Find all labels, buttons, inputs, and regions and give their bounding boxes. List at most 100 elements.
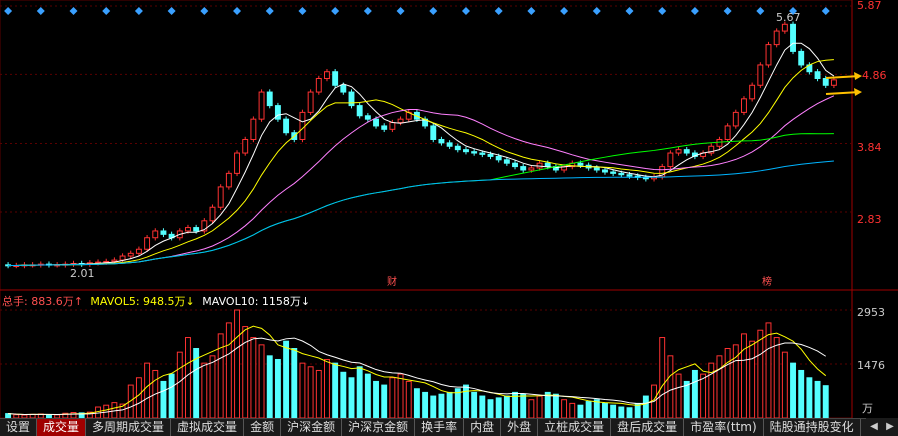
volume-bar-71 xyxy=(585,401,592,419)
volume-bar-85 xyxy=(700,373,707,419)
volume-tick-2953: 2953 xyxy=(857,306,885,319)
volume-bar-51 xyxy=(422,391,429,419)
marker-bang[interactable]: 榜 xyxy=(762,277,772,289)
event-marker-20 xyxy=(167,7,176,15)
tab-2[interactable]: 多周期成交量 xyxy=(86,419,172,436)
volume-bar-70 xyxy=(577,404,584,419)
volume-bar-46 xyxy=(381,384,388,419)
event-marker-56 xyxy=(461,7,470,15)
volume-bar-45 xyxy=(373,380,379,419)
volume-bar-84 xyxy=(691,369,698,419)
marker-cai[interactable]: 财 xyxy=(387,277,397,289)
volume-bar-22 xyxy=(185,337,191,419)
candle-body-38 xyxy=(315,78,322,93)
candle-body-17 xyxy=(144,237,151,250)
candle-body-90 xyxy=(741,98,747,113)
tab-7[interactable]: 换手率 xyxy=(415,419,465,436)
event-marker-44 xyxy=(363,7,372,15)
volume-bar-34 xyxy=(283,340,290,419)
tab-11[interactable]: 盘后成交量 xyxy=(611,419,685,436)
candle-body-31 xyxy=(258,91,265,120)
low-label: 2.01 xyxy=(70,267,95,280)
candle-body-53 xyxy=(438,138,445,144)
tab-next-button[interactable]: ▶ xyxy=(882,418,898,435)
candle-body-81 xyxy=(667,152,674,168)
volume-bar-74 xyxy=(610,404,617,419)
candle-body-64 xyxy=(528,167,535,171)
volume-bar-38 xyxy=(315,369,322,419)
volume-bar-40 xyxy=(332,362,339,419)
volume-bar-63 xyxy=(520,393,527,419)
volume-bar-93 xyxy=(765,322,772,419)
tab-9[interactable]: 外盘 xyxy=(501,419,539,436)
volume-bar-76 xyxy=(626,407,633,419)
candle-body-47 xyxy=(389,122,396,130)
volume-bar-41 xyxy=(340,371,347,419)
candle-body-41 xyxy=(340,84,347,93)
volume-bar-31 xyxy=(258,344,265,419)
volume-bar-59 xyxy=(487,399,494,419)
candle-body-99 xyxy=(814,71,821,80)
kline-chart[interactable] xyxy=(0,0,898,435)
candle-body-101 xyxy=(830,79,837,86)
volume-bar-52 xyxy=(430,395,437,419)
volume-bar-26 xyxy=(217,333,224,419)
volume-bar-87 xyxy=(716,355,723,419)
candle-body-55 xyxy=(454,145,461,151)
price-tick-2.83: 2.83 xyxy=(857,213,882,226)
candle-body-52 xyxy=(430,125,437,140)
candle-body-15 xyxy=(127,252,134,257)
volume-bar-37 xyxy=(307,366,314,419)
candle-body-36 xyxy=(299,111,306,140)
candle-body-60 xyxy=(495,155,502,161)
volume-bar-75 xyxy=(618,406,625,419)
tab-5[interactable]: 沪深金额 xyxy=(281,419,343,436)
event-marker-12 xyxy=(102,7,111,15)
volume-bar-80 xyxy=(659,337,666,419)
volume-bar-100 xyxy=(822,385,829,419)
ma120-line xyxy=(8,160,834,267)
event-marker-84 xyxy=(690,7,699,15)
event-marker-92 xyxy=(756,7,765,15)
tab-12[interactable]: 市盈率(ttm) xyxy=(684,419,764,436)
volume-bar-53 xyxy=(438,393,445,419)
event-marker-60 xyxy=(494,7,503,15)
high-label: 5.67 xyxy=(776,11,801,24)
candle-body-28 xyxy=(234,152,240,174)
ma5-line xyxy=(8,42,835,267)
tab-8[interactable]: 内盘 xyxy=(464,419,502,436)
event-marker-72 xyxy=(592,7,601,15)
candle-body-29 xyxy=(242,138,249,154)
tab-10[interactable]: 立桩成交量 xyxy=(538,419,612,436)
event-marker-64 xyxy=(527,7,536,15)
volume-bar-60 xyxy=(495,397,502,419)
indicator-tab-bar: 设置 成交量 多周期成交量 虚拟成交量 金额 沪深金额 沪深京金额 换手率 内盘 外盘 立桩成交量盘… xyxy=(0,418,898,436)
volume-bar-56 xyxy=(463,384,469,419)
volume-bar-81 xyxy=(667,355,674,419)
volume-bar-42 xyxy=(348,377,355,419)
volume-bar-44 xyxy=(364,373,371,419)
volume-bar-35 xyxy=(291,348,298,419)
arrow-lower-head xyxy=(854,88,862,96)
volume-bar-83 xyxy=(683,380,690,419)
tab-1[interactable]: 成交量 xyxy=(37,419,87,436)
volume-bar-68 xyxy=(561,399,568,419)
candle-body-37 xyxy=(307,91,314,113)
candle-body-34 xyxy=(283,118,290,134)
candle-body-44 xyxy=(364,115,371,120)
candle-body-95 xyxy=(781,23,788,32)
tab-4[interactable]: 金额 xyxy=(244,419,282,436)
volume-bar-25 xyxy=(209,355,216,419)
volume-bar-61 xyxy=(503,395,510,419)
event-marker-32 xyxy=(265,7,274,15)
candle-body-16 xyxy=(135,248,142,254)
total-volume-label: 总手: 883.6万↑ xyxy=(2,295,83,308)
candle-body-83 xyxy=(683,149,690,154)
tab-13[interactable]: 陆股通持股变化 xyxy=(764,419,861,436)
tab-6[interactable]: 沪深京金额 xyxy=(342,419,416,436)
volume-bar-29 xyxy=(242,326,249,419)
tab-prev-button[interactable]: ◀ xyxy=(866,418,882,435)
candle-body-100 xyxy=(822,78,829,86)
tab-3[interactable]: 虚拟成交量 xyxy=(171,419,245,436)
tab-0[interactable]: 设置 xyxy=(0,419,38,436)
